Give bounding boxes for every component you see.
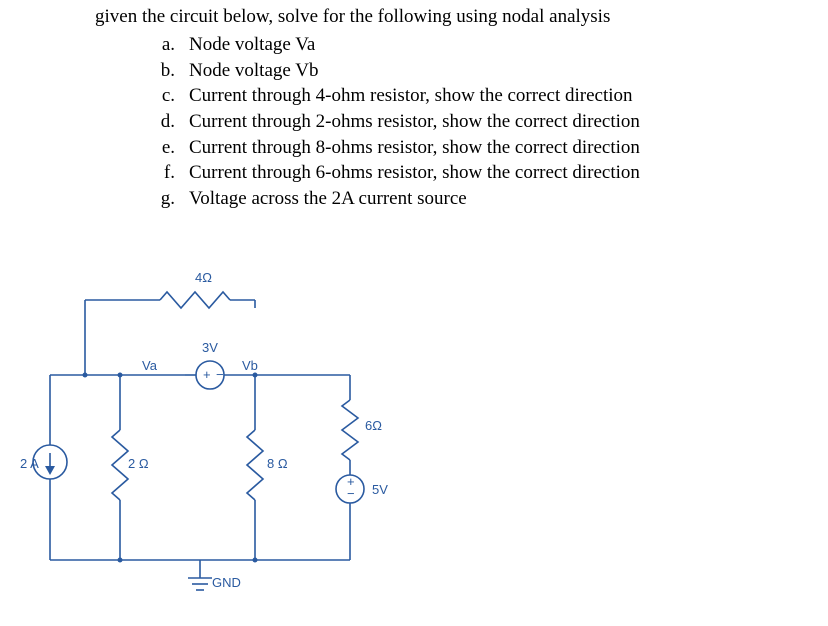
label-2a: 2 A: [20, 456, 39, 471]
minus-icon: −: [216, 367, 224, 382]
label-r6: 6Ω: [365, 418, 382, 433]
resistor-icon: [342, 400, 358, 460]
node-dot: [83, 373, 88, 378]
label-gnd: GND: [212, 575, 241, 590]
node-dot: [253, 558, 258, 563]
item-text: Current through 6-ohms resistor, show th…: [189, 160, 640, 186]
node-dot: [118, 373, 123, 378]
list-item: c. Current through 4-ohm resistor, show …: [155, 83, 640, 109]
list-item: g. Voltage across the 2A current source: [155, 186, 640, 212]
item-label: e.: [155, 135, 175, 161]
resistor-icon: [112, 430, 128, 500]
node-dot: [118, 558, 123, 563]
label-r2: 2 Ω: [128, 456, 149, 471]
label-3v: 3V: [202, 340, 218, 355]
list-item: b. Node voltage Vb: [155, 58, 640, 84]
label-r4: 4Ω: [195, 270, 212, 285]
label-vb: Vb: [242, 358, 258, 373]
plus-icon: +: [203, 367, 211, 382]
list-item: d. Current through 2-ohms resistor, show…: [155, 109, 640, 135]
item-text: Node voltage Va: [189, 32, 315, 58]
item-label: f.: [155, 160, 175, 186]
node-dot: [253, 373, 258, 378]
arrow-down-icon: [45, 466, 55, 475]
label-r8: 8 Ω: [267, 456, 288, 471]
list-item: e. Current through 8-ohms resistor, show…: [155, 135, 640, 161]
item-label: d.: [155, 109, 175, 135]
circuit-diagram: + − + −: [20, 280, 460, 610]
item-label: c.: [155, 83, 175, 109]
problem-stem: given the circuit below, solve for the f…: [95, 6, 610, 28]
minus-icon: −: [347, 486, 355, 501]
item-label: b.: [155, 58, 175, 84]
item-text: Current through 8-ohms resistor, show th…: [189, 135, 640, 161]
item-text: Current through 4-ohm resistor, show the…: [189, 83, 633, 109]
label-5v: 5V: [372, 482, 388, 497]
item-label: g.: [155, 186, 175, 212]
item-text: Current through 2-ohms resistor, show th…: [189, 109, 640, 135]
circuit-svg: + − + −: [20, 280, 460, 620]
item-text: Node voltage Vb: [189, 58, 318, 84]
resistor-icon: [160, 292, 230, 308]
resistor-icon: [247, 430, 263, 500]
label-va: Va: [142, 358, 158, 373]
problem-subitems: a. Node voltage Va b. Node voltage Vb c.…: [155, 32, 640, 211]
list-item: a. Node voltage Va: [155, 32, 640, 58]
list-item: f. Current through 6-ohms resistor, show…: [155, 160, 640, 186]
item-label: a.: [155, 32, 175, 58]
item-text: Voltage across the 2A current source: [189, 186, 467, 212]
